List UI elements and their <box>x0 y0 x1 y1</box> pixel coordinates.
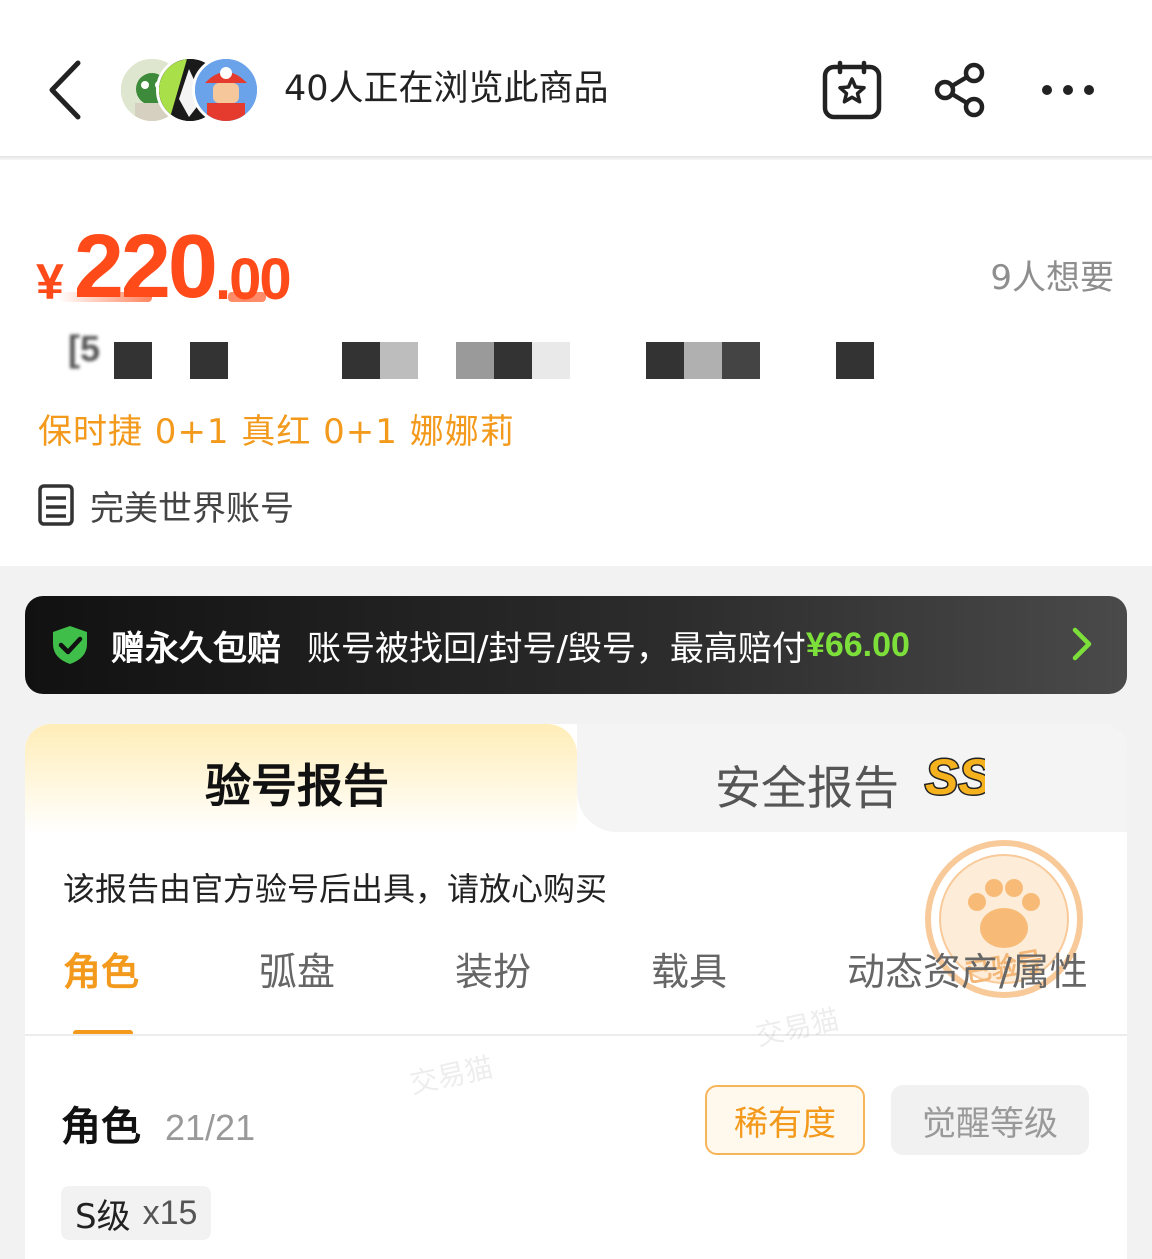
back-button[interactable] <box>38 56 90 124</box>
subtab-costumes[interactable]: 装扮 <box>455 942 531 1002</box>
subtab-dynamic-assets[interactable]: 动态资产/属性 <box>847 942 1088 1002</box>
want-count: 9人想要 <box>990 258 1114 298</box>
chevron-left-icon <box>49 60 81 120</box>
price-integer: 220 <box>73 217 218 317</box>
roles-section-count: 21/21 <box>165 1107 256 1148</box>
guarantee-description: 账号被找回/封号/毁号，最高赔付 <box>307 628 806 669</box>
guarantee-amount: ¥66.00 <box>805 625 910 664</box>
price: ¥ 220 .00 <box>36 212 292 317</box>
subtab-roles[interactable]: 角色 <box>63 942 139 1002</box>
shield-check-icon <box>53 626 87 664</box>
guarantee-banner[interactable]: 赠永久包赔 账号被找回/封号/毁号，最高赔付 ¥66.00 <box>25 596 1127 694</box>
price-decimal: .00 <box>214 247 292 312</box>
price-currency: ¥ <box>36 254 64 310</box>
ss-badge-icon: SS <box>924 748 986 804</box>
roles-section-title: 角色 <box>61 1104 141 1150</box>
listing-title-fragment: [5 <box>68 328 101 369</box>
sort-rarity-button[interactable]: 稀有度 <box>705 1085 865 1155</box>
tab-verification-report-label: 验号报告 <box>205 759 389 813</box>
share-button[interactable] <box>926 56 994 124</box>
top-bar: 40人正在浏览此商品 <box>0 0 1152 158</box>
viewers-count-text: 40人正在浏览此商品 <box>284 69 609 109</box>
grade-chip[interactable]: S级 x15 <box>61 1186 212 1240</box>
price-card: ¥ 220 .00 9人想要 [5 保时捷 0+1 真红 0+1 娜娜莉 完美世… <box>0 160 1152 566</box>
sort-awaken-level-button[interactable]: 觉醒等级 <box>891 1085 1089 1155</box>
favorite-button[interactable] <box>818 56 886 124</box>
listing-title-redacted: [5 <box>66 328 886 380</box>
star-icon <box>822 60 882 120</box>
category-label: 完美世界账号 <box>90 488 294 529</box>
subtab-arc-disc[interactable]: 弧盘 <box>259 942 335 1002</box>
watermark: 交易猫 <box>406 1050 496 1101</box>
report-description: 该报告由官方验号后出具，请放心购买 <box>63 870 608 908</box>
tab-safety-report-label: 安全报告 <box>715 761 899 815</box>
chevron-right-icon <box>1072 627 1092 661</box>
avatar <box>192 56 260 124</box>
share-icon <box>934 62 985 118</box>
listing-tags: 保时捷 0+1 真红 0+1 娜娜莉 <box>38 412 515 452</box>
report-subtabs: 角色 弧盘 装扮 载具 动态资产/属性 <box>25 942 1127 1034</box>
document-icon <box>38 484 74 526</box>
roles-section-heading: 角色 21/21 <box>61 1094 255 1152</box>
guarantee-title: 赠永久包赔 <box>111 628 281 669</box>
grade-label: S级 <box>75 1196 131 1237</box>
report-card: 验号报告 安全报告 SS 该报告由官方验号后出具，请放心购买 已验号 角色 弧盘… <box>25 724 1127 1259</box>
svg-text:SS: SS <box>925 749 985 804</box>
viewer-avatars[interactable] <box>118 56 268 124</box>
subtab-vehicles[interactable]: 载具 <box>651 942 727 1002</box>
divider <box>25 1034 1127 1036</box>
grade-count: x15 <box>142 1193 198 1232</box>
game-category[interactable]: 完美世界账号 <box>38 482 294 529</box>
more-button[interactable] <box>1034 56 1102 124</box>
more-dots-icon <box>1042 85 1094 95</box>
